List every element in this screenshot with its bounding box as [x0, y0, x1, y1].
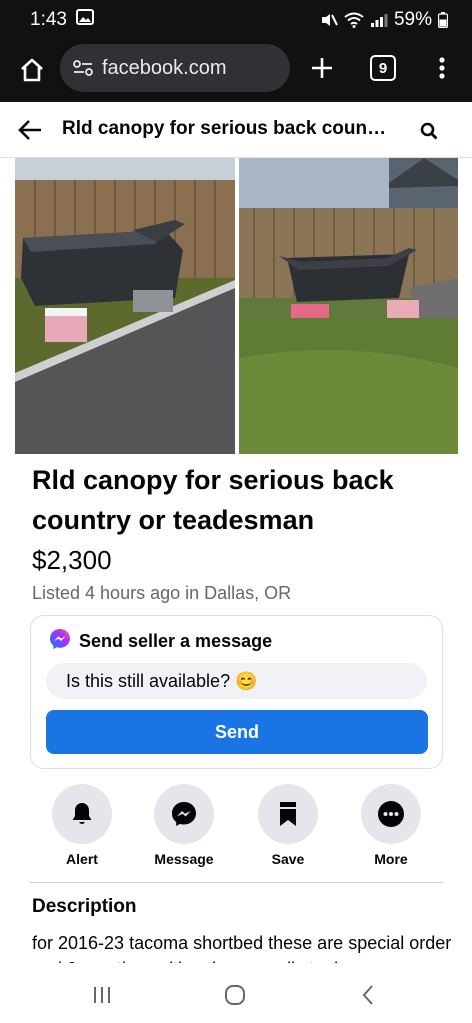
- page-header: Rld canopy for serious back country or t…: [0, 102, 472, 158]
- save-label: Save: [271, 851, 305, 867]
- recent-apps-icon: [94, 987, 110, 1003]
- home-nav-button[interactable]: [215, 981, 255, 1009]
- bell-icon: [52, 784, 112, 844]
- messenger-outline-icon: [154, 784, 214, 844]
- site-settings-icon[interactable]: [72, 59, 94, 77]
- mute-icon: [320, 12, 338, 28]
- plus-icon: [312, 58, 332, 78]
- alert-label: Alert: [66, 851, 98, 867]
- messenger-icon: [49, 628, 71, 655]
- new-tab-button[interactable]: [304, 50, 340, 86]
- listing-photo-1[interactable]: [15, 158, 235, 454]
- home-icon: [21, 58, 43, 82]
- message-seller-card: Send seller a message Is this still avai…: [30, 615, 443, 769]
- listing-price: $2,300: [32, 545, 112, 575]
- home-button[interactable]: [14, 52, 50, 88]
- alert-button[interactable]: Alert: [37, 784, 127, 867]
- listing-title: Rld canopy for serious back country or t…: [32, 465, 394, 535]
- message-label: Message: [154, 851, 214, 867]
- search-button[interactable]: [414, 116, 444, 146]
- battery-icon: [438, 12, 448, 28]
- search-icon: [420, 122, 438, 140]
- tab-switcher-button[interactable]: 9: [370, 55, 396, 81]
- more-label: More: [374, 851, 408, 867]
- browser-toolbar: facebook.com 9: [0, 40, 472, 102]
- back-button[interactable]: [14, 114, 46, 146]
- gallery-notification-icon: [75, 9, 94, 31]
- message-input[interactable]: Is this still available? 😊: [46, 663, 427, 699]
- recent-apps-button[interactable]: [82, 981, 122, 1009]
- more-icon: [361, 784, 421, 844]
- page-title: Rld canopy for serious back country or t…: [62, 118, 392, 139]
- save-button[interactable]: Save: [243, 784, 333, 867]
- home-circle-icon: [225, 985, 245, 1005]
- description-text: for 2016-23 tacoma shortbed these are sp…: [32, 933, 452, 963]
- send-button[interactable]: Send: [46, 710, 428, 754]
- wifi-icon: [344, 12, 364, 28]
- message-heading: Send seller a message: [79, 631, 273, 651]
- signal-icon: [370, 12, 388, 28]
- bookmark-icon: [258, 784, 318, 844]
- listing-meta: Listed 4 hours ago in Dallas, OR: [32, 583, 292, 603]
- more-vertical-icon: [439, 57, 445, 79]
- listing-photo-2[interactable]: [239, 158, 458, 454]
- url-text: facebook.com: [102, 56, 227, 79]
- status-bar: 1:43 59%: [0, 0, 472, 40]
- system-nav-bar: [0, 965, 472, 1023]
- address-bar[interactable]: facebook.com: [60, 44, 290, 92]
- browser-menu-button[interactable]: [428, 50, 456, 86]
- description-heading: Description: [32, 896, 137, 917]
- back-arrow-icon: [18, 120, 41, 140]
- more-button[interactable]: More: [346, 784, 436, 867]
- chevron-left-icon: [362, 985, 373, 1005]
- message-button[interactable]: Message: [139, 784, 229, 867]
- back-nav-button[interactable]: [348, 981, 388, 1009]
- battery-percent: 59%: [393, 9, 432, 30]
- status-time: 1:43: [30, 9, 67, 30]
- divider: [30, 882, 443, 883]
